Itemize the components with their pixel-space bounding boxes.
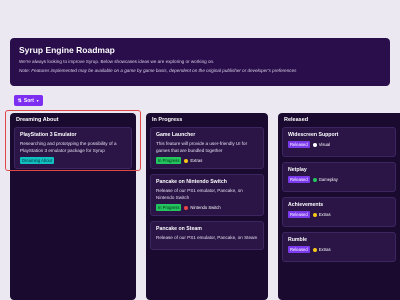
tag-label: Nintendo Switch: [190, 205, 221, 210]
roadmap-card[interactable]: Rumble Released Extras: [282, 232, 396, 262]
page-note: Note: Features implemented may be availa…: [19, 68, 297, 73]
roadmap-card[interactable]: Pancake on Steam Release of our PS1 emul…: [150, 221, 264, 250]
tag-label: Extras: [190, 158, 203, 163]
card-description: Release of our PS1 emulator, Pancake, on…: [156, 235, 258, 240]
roadmap-card[interactable]: Pancake on Nintendo Switch Release of ou…: [150, 174, 264, 216]
card-description: Release of our PS1 emulator, Pancake, on…: [156, 188, 243, 200]
category-tag: Extras: [312, 247, 331, 252]
page-subtitle: We're always looking to improve Syrup. B…: [19, 59, 215, 64]
roadmap-card[interactable]: Achievements Released Extras: [282, 197, 396, 227]
column-in-progress: In Progress Game Launcher This feature w…: [146, 113, 268, 300]
card-title: Pancake on Steam: [156, 226, 202, 232]
category-tag: Extras: [184, 158, 202, 163]
dot-icon: [312, 247, 317, 252]
card-title: Game Launcher: [156, 132, 196, 138]
status-badge: Released: [288, 246, 310, 253]
chevron-down-icon: ▼: [35, 98, 40, 103]
column-title: In Progress: [152, 117, 183, 123]
sort-label: Sort: [23, 97, 34, 104]
status-badge: In Progress: [156, 157, 182, 164]
tag-label: Extras: [318, 212, 331, 217]
dot-icon: [312, 177, 317, 182]
card-title: Netplay: [288, 167, 307, 173]
sort-button[interactable]: ⇅ Sort ▼: [14, 95, 43, 106]
status-badge: In Progress: [156, 204, 182, 211]
status-badge: Released: [288, 176, 310, 183]
category-tag: Extras: [312, 212, 331, 217]
card-title: Rumble: [288, 237, 308, 243]
sort-arrows-icon: ⇅: [17, 97, 22, 104]
status-badge: Released: [288, 211, 310, 218]
column-title: Released: [284, 117, 309, 123]
column-released: Released Widescreen Support Released Vis…: [278, 113, 400, 300]
roadmap-card[interactable]: Game Launcher This feature will provide …: [150, 127, 264, 169]
status-badge: Released: [288, 141, 310, 148]
card-title: Pancake on Nintendo Switch: [156, 179, 227, 185]
dot-icon: [312, 142, 317, 147]
roadmap-card[interactable]: Netplay Released Gameplay: [282, 162, 396, 192]
card-title: Achievements: [288, 202, 324, 208]
dot-icon: [184, 205, 189, 210]
tag-label: Visual: [318, 142, 331, 147]
roadmap-card[interactable]: Widescreen Support Released Visual: [282, 127, 396, 157]
tag-label: Extras: [318, 247, 331, 252]
card-title: Widescreen Support: [288, 132, 339, 138]
dot-icon: [312, 212, 317, 217]
page-title: Syrup Engine Roadmap: [19, 45, 115, 55]
roadmap-header: Syrup Engine Roadmap We're always lookin…: [10, 38, 390, 86]
dot-icon: [184, 158, 189, 163]
tag-label: Gameplay: [318, 177, 338, 182]
category-tag: Gameplay: [312, 177, 338, 182]
category-tag: Visual: [312, 142, 331, 147]
selection-highlight: [5, 110, 141, 171]
category-tag: Nintendo Switch: [184, 205, 221, 210]
card-description: This feature will provide a user-friendl…: [156, 141, 248, 153]
